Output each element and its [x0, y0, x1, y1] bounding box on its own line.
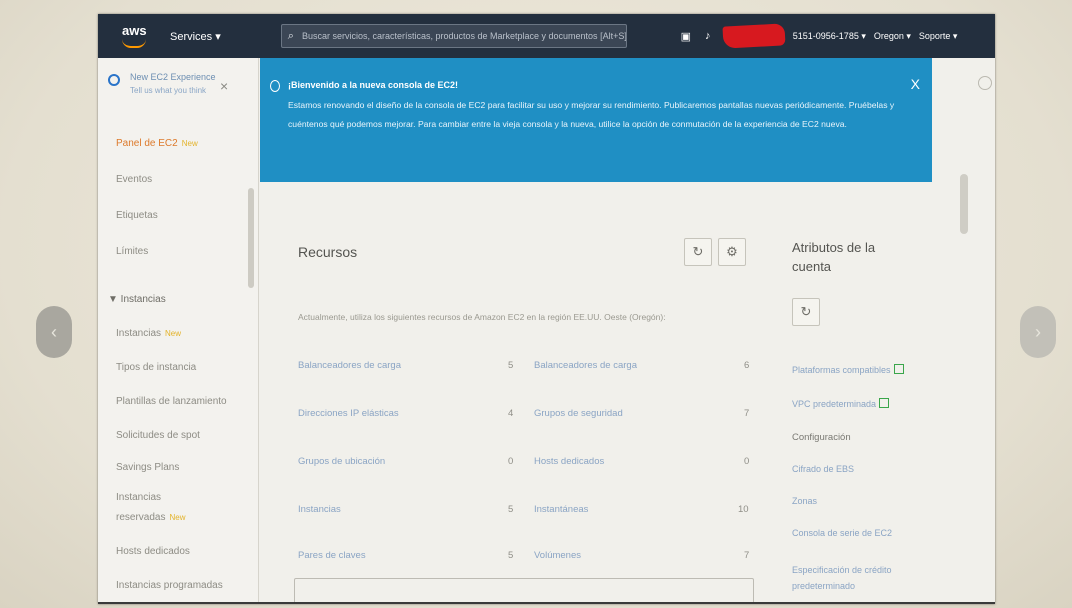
- new-experience-title: New EC2 Experience: [130, 72, 216, 82]
- new-badge: New: [181, 139, 198, 148]
- support-menu[interactable]: Soporte ▾: [919, 31, 958, 42]
- resource-link[interactable]: Grupos de ubicación: [298, 456, 385, 467]
- resource-link[interactable]: Instancias: [298, 504, 341, 515]
- main-scrollbar[interactable]: [960, 174, 968, 234]
- resource-link[interactable]: Direcciones IP elásticas: [298, 408, 399, 419]
- default-credit-spec-link[interactable]: Especificación de crédito predeterminado: [792, 562, 902, 594]
- sidebar-item-label: Instancias: [116, 328, 162, 339]
- new-badge: New: [169, 513, 186, 522]
- banner-title: ¡Bienvenido a la nueva consola de EC2!: [288, 80, 459, 90]
- sidebar-item-instances[interactable]: Instancias New: [116, 328, 181, 339]
- resource-link[interactable]: Hosts dedicados: [534, 456, 604, 467]
- new-experience-toggle[interactable]: New EC2 Experience Tell us what you thin…: [108, 72, 248, 112]
- resource-link[interactable]: Balanceadores de carga: [534, 360, 637, 371]
- resource-link[interactable]: Instantáneas: [534, 504, 588, 515]
- resource-count: 7: [744, 408, 750, 419]
- region-menu[interactable]: Oregon ▾: [874, 31, 911, 42]
- resource-count: 0: [744, 456, 750, 467]
- next-arrow-icon[interactable]: ›: [1020, 306, 1056, 358]
- resource-link[interactable]: Balanceadores de carga: [298, 360, 401, 371]
- help-icon[interactable]: [978, 76, 992, 90]
- refresh-icon: ↻: [800, 304, 812, 319]
- resource-link[interactable]: Grupos de seguridad: [534, 408, 623, 419]
- welcome-banner: ¡Bienvenido a la nueva consola de EC2! E…: [260, 58, 932, 182]
- sidebar-item-scheduled[interactable]: Instancias programadas: [116, 580, 223, 591]
- aws-logo-text: aws: [122, 23, 147, 38]
- new-badge: New: [165, 329, 182, 338]
- settings-button[interactable]: ⚙: [718, 238, 746, 266]
- close-icon[interactable]: X: [911, 76, 920, 92]
- search-input[interactable]: ⌕ Buscar servicios, características, pro…: [280, 24, 627, 48]
- settings-label: Configuración: [792, 432, 851, 443]
- search-placeholder: Buscar servicios, características, produ…: [301, 31, 627, 41]
- previous-arrow-icon[interactable]: ‹: [36, 306, 72, 358]
- toggle-icon[interactable]: [108, 74, 120, 86]
- supported-platforms-link[interactable]: Plataformas compatibles: [792, 364, 904, 375]
- aws-logo[interactable]: aws: [120, 23, 154, 49]
- sidebar-item-launch-templates[interactable]: Plantillas de lanzamiento: [116, 396, 227, 407]
- top-navigation-bar: aws Services ▾ ⌕ Buscar servicios, carac…: [98, 14, 995, 58]
- resource-count: 7: [744, 550, 750, 561]
- sidebar-item-reserved-2[interactable]: reservadas New: [116, 512, 185, 523]
- sidebar-scrollbar[interactable]: [248, 188, 254, 288]
- sidebar-item-limits[interactable]: Límites: [116, 246, 148, 257]
- resource-count: 6: [744, 360, 750, 371]
- redacted-username: [722, 23, 786, 49]
- resources-title: Recursos: [298, 244, 358, 260]
- nav-right-group: ▣ ♪ 5151-0956-1785 ▾ Oregon ▾ Soporte ▾: [679, 23, 958, 49]
- bell-icon[interactable]: ♪: [701, 30, 715, 42]
- sidebar: New EC2 Experience Tell us what you thin…: [98, 58, 259, 602]
- sidebar-item-spot-requests[interactable]: Solicitudes de spot: [116, 430, 200, 441]
- external-link-icon: [893, 364, 904, 374]
- sidebar-item-events[interactable]: Eventos: [116, 174, 152, 185]
- refresh-button[interactable]: ↻: [684, 238, 712, 266]
- cloudshell-icon[interactable]: ▣: [679, 30, 693, 43]
- launch-instance-box: [294, 578, 754, 602]
- sidebar-item-reserved-1[interactable]: Instancias: [116, 492, 161, 503]
- resource-count: 5: [508, 550, 514, 561]
- ebs-encryption-link[interactable]: Cifrado de EBS: [792, 464, 854, 474]
- default-vpc-link[interactable]: VPC predeterminada: [792, 398, 890, 409]
- sidebar-item-dedicated-hosts[interactable]: Hosts dedicados: [116, 546, 190, 557]
- account-menu[interactable]: 5151-0956-1785 ▾: [793, 31, 866, 42]
- refresh-button[interactable]: ↻: [792, 298, 820, 326]
- account-attributes-title: Atributos de la cuenta: [792, 240, 876, 274]
- sidebar-item-ec2-dashboard[interactable]: Panel de EC2 New: [116, 138, 198, 149]
- search-icon: ⌕: [287, 29, 294, 42]
- refresh-icon: ↻: [692, 244, 704, 259]
- resource-count: 4: [508, 408, 514, 419]
- info-icon: [270, 80, 280, 92]
- external-link-icon: [879, 398, 890, 408]
- sidebar-section-instances[interactable]: ▼ Instancias: [108, 294, 166, 305]
- resource-count: 10: [738, 504, 749, 515]
- sidebar-item-label: reservadas: [116, 512, 166, 523]
- resource-count: 5: [508, 360, 514, 371]
- account-attributes-panel: Atributos de la cuenta ↻ Plataformas com…: [788, 234, 928, 602]
- gear-icon: ⚙: [726, 244, 738, 259]
- sidebar-item-instance-types[interactable]: Tipos de instancia: [116, 362, 196, 373]
- browser-screen: aws Services ▾ ⌕ Buscar servicios, carac…: [98, 14, 995, 604]
- aws-smile-icon: [122, 39, 146, 48]
- feedback-link[interactable]: Tell us what you think: [130, 86, 206, 95]
- serial-console-link[interactable]: Consola de serie de EC2: [792, 528, 892, 538]
- zones-link[interactable]: Zonas: [792, 496, 817, 506]
- resources-description: Actualmente, utiliza los siguientes recu…: [298, 312, 666, 322]
- sidebar-item-label: Panel de EC2: [116, 138, 178, 149]
- services-menu[interactable]: Services ▾: [170, 30, 221, 43]
- resource-link[interactable]: Pares de claves: [298, 550, 366, 561]
- resources-panel: Recursos ↻ ⚙ Actualmente, utiliza los si…: [278, 224, 754, 602]
- sidebar-item-savings-plans[interactable]: Savings Plans: [116, 462, 179, 473]
- link-label: Plataformas compatibles: [792, 365, 891, 375]
- resource-count: 0: [508, 456, 514, 467]
- link-label: VPC predeterminada: [792, 399, 877, 409]
- close-icon[interactable]: ×: [220, 78, 228, 94]
- resource-link[interactable]: Volúmenes: [534, 550, 581, 561]
- banner-text: Estamos renovando el diseño de la consol…: [288, 100, 895, 129]
- resource-count: 5: [508, 504, 514, 515]
- sidebar-item-tags[interactable]: Etiquetas: [116, 210, 158, 221]
